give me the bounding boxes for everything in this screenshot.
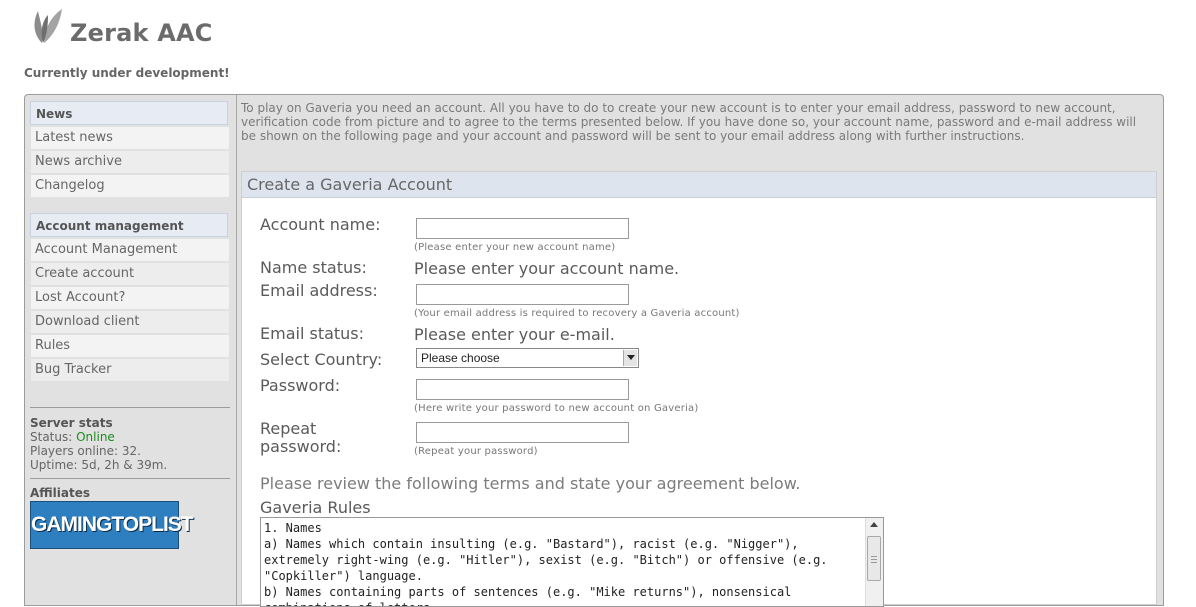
account-name-input[interactable]: [416, 218, 629, 239]
sidebar: News Latest news News archive Changelog …: [25, 95, 237, 605]
scroll-grip-line: [871, 559, 877, 560]
scroll-grip-line: [871, 556, 877, 557]
rules-scrollbar[interactable]: [865, 518, 883, 606]
account-name-label: Account name:: [260, 215, 381, 234]
sidebar-divider: [30, 407, 230, 408]
sidebar-item-create-account[interactable]: Create account: [31, 263, 229, 285]
terms-review-text: Please review the following terms and st…: [260, 474, 801, 493]
sidebar-item-changelog[interactable]: Changelog: [31, 175, 229, 197]
scroll-grip-line: [871, 562, 877, 563]
name-status-value: Please enter your account name.: [414, 259, 680, 278]
name-status-label: Name status:: [260, 258, 367, 277]
country-selected-value: Please choose: [421, 351, 500, 365]
email-address-input[interactable]: [416, 284, 629, 305]
sidebar-item-latest-news[interactable]: Latest news: [31, 127, 229, 149]
email-address-hint: (Your email address is required to recov…: [414, 308, 740, 319]
site-logo-icon: [30, 5, 66, 49]
content-frame: News Latest news News archive Changelog …: [24, 94, 1164, 607]
affiliates-title: Affiliates: [30, 486, 91, 500]
site-title: Zerak AAC: [70, 19, 213, 47]
server-status-value: Online: [76, 430, 115, 444]
menu-header-news: News: [30, 101, 228, 125]
server-status-label: Status:: [30, 430, 73, 444]
panel-title: Create a Gaveria Account: [242, 172, 1156, 198]
email-status-value: Please enter your e-mail.: [414, 325, 615, 344]
sidebar-item-bug-tracker[interactable]: Bug Tracker: [31, 359, 229, 381]
repeat-password-hint: (Repeat your password): [414, 446, 538, 457]
sidebar-divider: [30, 478, 230, 479]
repeat-password-input[interactable]: [416, 422, 629, 443]
repeat-password-label: Repeat password:: [260, 420, 341, 456]
country-label: Select Country:: [260, 350, 383, 369]
email-address-label: Email address:: [260, 281, 378, 300]
sidebar-item-rules[interactable]: Rules: [31, 335, 229, 357]
site-tagline: Currently under development!: [24, 66, 230, 80]
rules-text: 1. Names a) Names which contain insultin…: [264, 521, 828, 606]
rules-textarea[interactable]: 1. Names a) Names which contain insultin…: [260, 517, 884, 607]
country-select[interactable]: Please choose: [416, 348, 639, 368]
intro-text: To play on Gaveria you need an account. …: [241, 101, 1137, 143]
sidebar-item-download-client[interactable]: Download client: [31, 311, 229, 333]
scroll-up-arrow-icon[interactable]: [870, 522, 878, 527]
gamingtoplist-banner[interactable]: GAMINGTOPLIST: [30, 501, 194, 549]
create-account-panel: Create a Gaveria Account Account name: (…: [241, 171, 1157, 607]
menu-header-account-management: Account management: [30, 213, 228, 237]
password-input[interactable]: [416, 379, 629, 400]
email-status-label: Email status:: [260, 324, 365, 343]
rules-title: Gaveria Rules: [260, 498, 371, 517]
players-online: Players online: 32.: [30, 444, 141, 458]
server-stats-title: Server stats: [30, 416, 113, 430]
sidebar-item-lost-account[interactable]: Lost Account?: [31, 287, 229, 309]
password-label: Password:: [260, 376, 341, 395]
scroll-thumb[interactable]: [867, 536, 881, 581]
sidebar-item-account-management[interactable]: Account Management: [31, 239, 229, 261]
server-uptime: Uptime: 5d, 2h & 39m.: [30, 458, 168, 472]
sidebar-item-news-archive[interactable]: News archive: [31, 151, 229, 173]
password-hint: (Here write your password to new account…: [414, 403, 699, 414]
repeat-password-label-line1: Repeat: [260, 419, 317, 438]
chevron-down-icon[interactable]: [623, 350, 637, 366]
repeat-password-label-line2: password:: [260, 437, 342, 456]
server-status-line: Status: Online: [30, 430, 115, 444]
account-name-hint: (Please enter your new account name): [414, 242, 616, 253]
